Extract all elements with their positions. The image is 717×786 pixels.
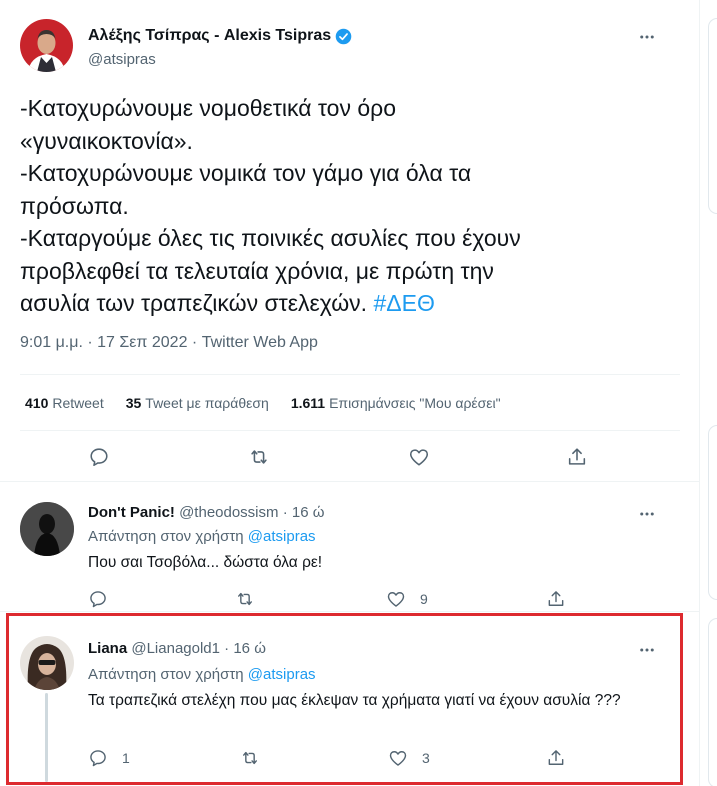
author-name[interactable]: Αλέξης Τσίπρας - Alexis Tsipras <box>88 27 331 45</box>
more-icon[interactable] <box>636 27 658 47</box>
replying-to-label: Απάντηση στον χρήστη <box>88 528 248 545</box>
tweet-actions <box>0 446 700 474</box>
stat-likes[interactable]: 1.611 Επισημάνσεις "Μου αρέσει" <box>291 395 501 411</box>
stat-retweets[interactable]: 410 Retweet <box>25 395 104 411</box>
like-button[interactable]: 9 <box>386 589 428 609</box>
reply-author-handle[interactable]: @theodossism <box>179 504 278 521</box>
reply-icon <box>90 591 106 608</box>
reply-time[interactable]: 16 ώ <box>292 504 325 521</box>
more-icon[interactable] <box>636 504 658 524</box>
divider <box>20 430 680 431</box>
reply-avatar[interactable] <box>20 502 74 556</box>
mention-link[interactable]: @atsipras <box>248 528 316 545</box>
stat-number: 35 <box>125 395 142 411</box>
reply-button[interactable] <box>88 589 108 609</box>
replying-to: Απάντηση στον χρήστη @atsipras <box>88 528 316 545</box>
like-button[interactable] <box>408 446 430 468</box>
share-icon <box>548 591 564 606</box>
reply-text: Που σαι Τσοβόλα... δώστα όλα ρε! <box>88 554 323 571</box>
reply-author-name[interactable]: Don't Panic! <box>88 504 175 521</box>
side-panel-edge <box>708 18 717 214</box>
stat-number: 410 <box>25 395 49 411</box>
verified-badge-icon <box>335 28 352 44</box>
tweet-timestamp[interactable]: 9:01 μ.μ. · 17 Σεπ 2022 · Twitter Web Ap… <box>20 334 318 352</box>
stat-label: Tweet με παράθεση <box>145 395 269 411</box>
retweet-icon <box>251 450 267 464</box>
divider <box>20 374 680 375</box>
retweet-icon <box>238 592 252 606</box>
share-button[interactable] <box>566 446 588 468</box>
tweet-body: -Κατοχυρώνουμε νομοθετικά τον όρο «γυναι… <box>20 95 521 316</box>
tweet-stats: 410 Retweet 35 Tweet με παράθεση 1.611 Ε… <box>25 395 501 411</box>
reply-button[interactable] <box>88 446 110 468</box>
stat-label: Επισημάνσεις "Μου αρέσει" <box>329 395 501 411</box>
heart-icon <box>409 449 429 466</box>
main-tweet: Αλέξης Τσίπρας - Alexis Tsipras @atsipra… <box>0 0 700 482</box>
reply-tweet[interactable]: Don't Panic! @theodossism · 16 ώ Απάντησ… <box>0 482 700 612</box>
tweet-text: -Κατοχυρώνουμε νομοθετικά τον όρο «γυναι… <box>20 92 640 320</box>
hashtag-link[interactable]: #ΔΕΘ <box>373 290 434 316</box>
stat-number: 1.611 <box>290 395 326 411</box>
like-count: 9 <box>420 591 428 607</box>
share-button[interactable] <box>546 589 566 609</box>
reply-icon <box>90 448 108 467</box>
reply-header: Don't Panic! @theodossism · 16 ώ <box>88 504 324 521</box>
stat-quote-tweets[interactable]: 35 Tweet με παράθεση <box>126 395 269 411</box>
side-panel-edge <box>708 425 717 600</box>
stat-label: Retweet <box>52 395 104 411</box>
share-icon <box>568 448 586 465</box>
highlight-box <box>6 613 683 785</box>
side-panel-edge <box>708 618 717 786</box>
dot-separator: · <box>282 504 288 521</box>
author-avatar[interactable] <box>20 19 73 72</box>
author-handle[interactable]: @atsipras <box>88 51 156 68</box>
heart-icon <box>387 592 405 607</box>
retweet-button[interactable] <box>248 446 270 468</box>
retweet-button[interactable] <box>235 589 255 609</box>
